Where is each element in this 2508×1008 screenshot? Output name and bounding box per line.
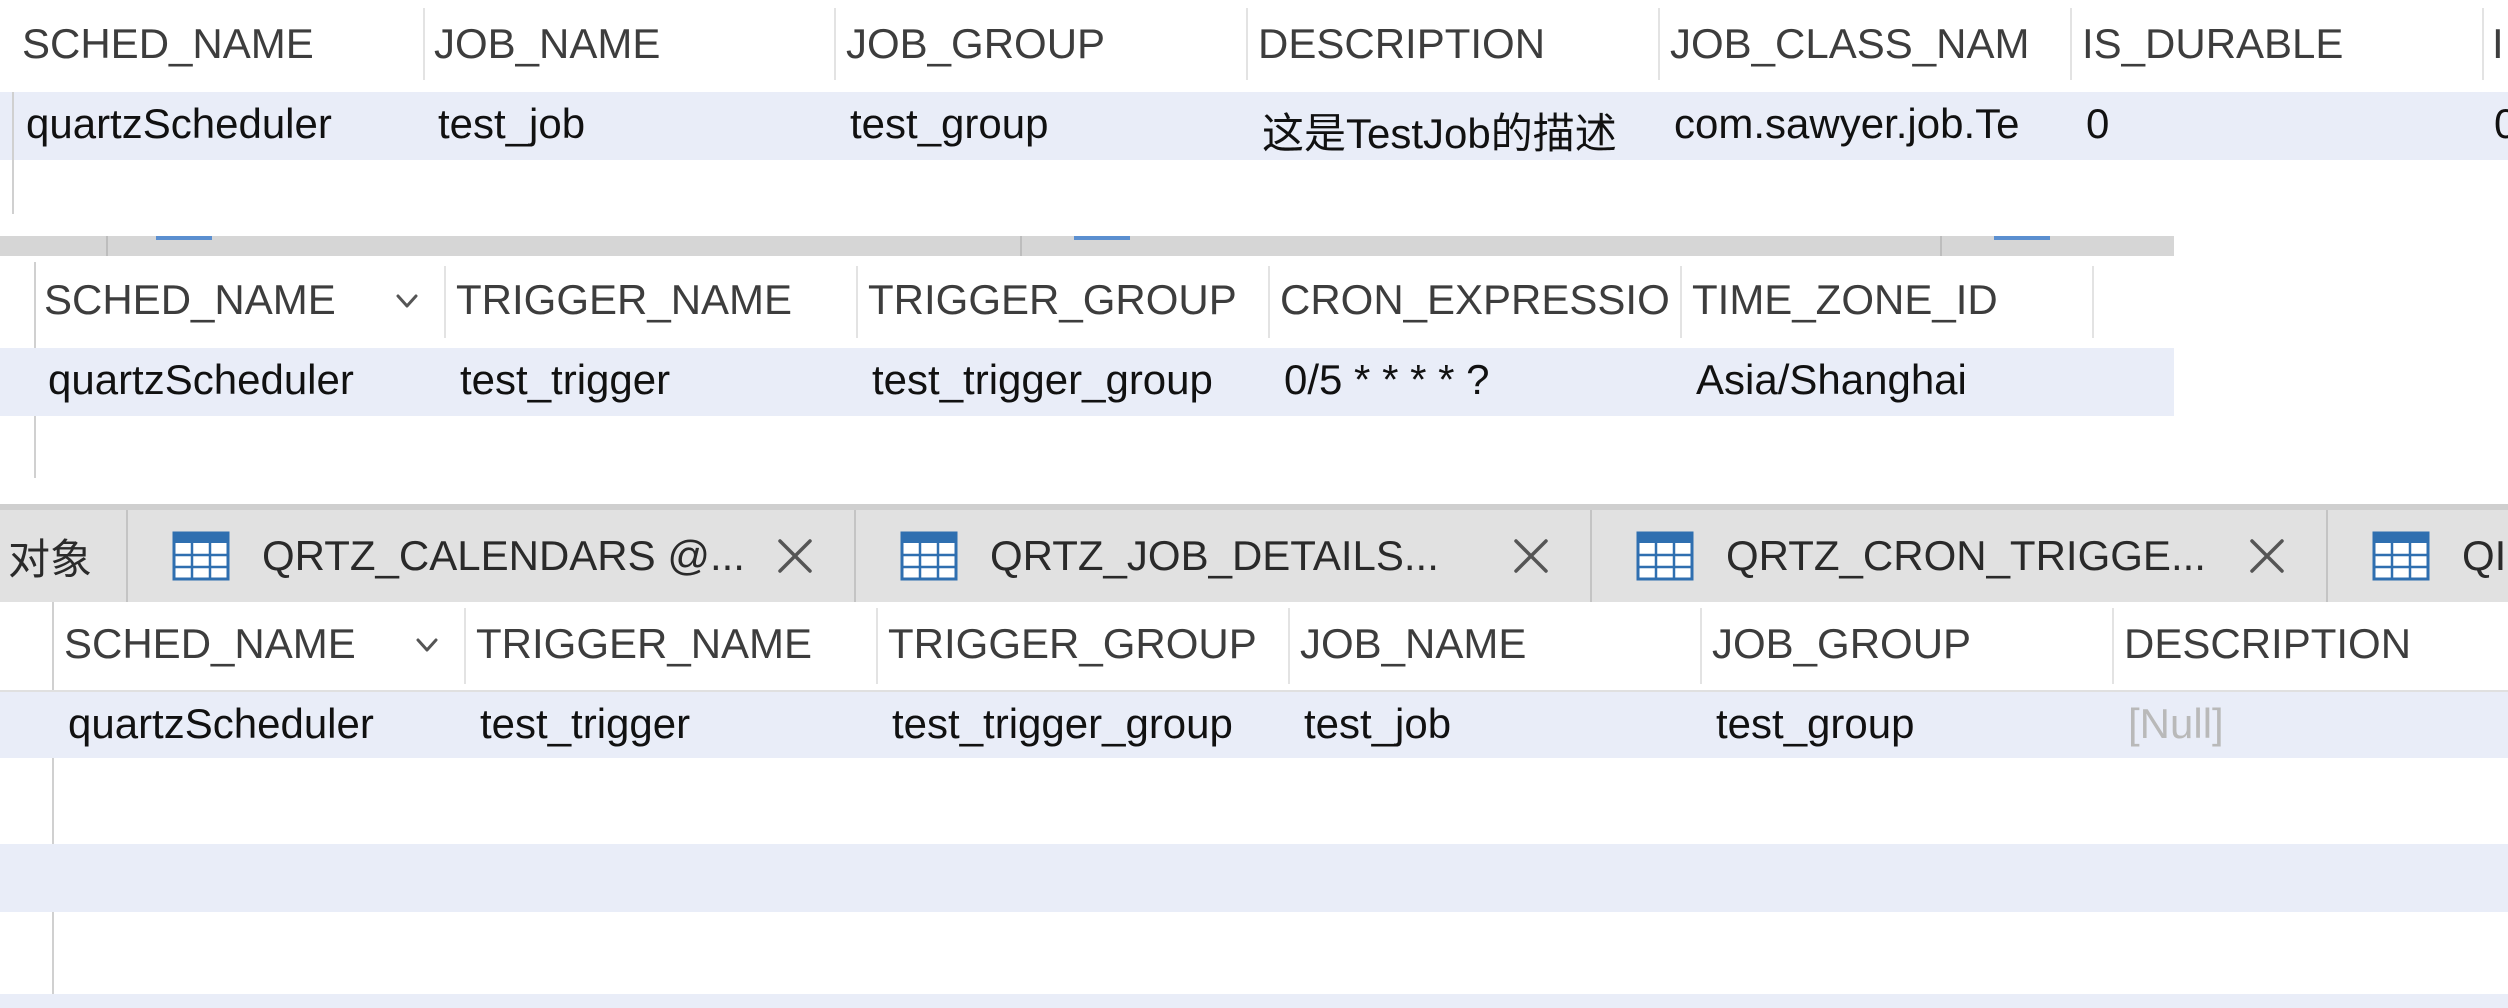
column-separator[interactable] — [464, 608, 466, 684]
divider-mark — [1020, 236, 1022, 256]
tab-qrtz-job-details[interactable]: QRTZ_JOB_DETAILS... — [856, 510, 1592, 602]
tab-qrtz-triggers[interactable]: QI — [2328, 510, 2508, 602]
column-header-job-name[interactable]: JOB_NAME — [1300, 620, 1695, 668]
divider-mark — [106, 236, 108, 256]
cell-trigger-name[interactable]: test_trigger — [460, 356, 855, 404]
table-icon — [2372, 531, 2430, 581]
column-separator[interactable] — [2070, 8, 2072, 80]
cell-job-group[interactable]: test_group — [850, 100, 1245, 148]
column-header-trigger-group[interactable]: TRIGGER_GROUP — [888, 620, 1283, 668]
close-icon[interactable] — [2248, 537, 2286, 575]
table-icon — [900, 531, 958, 581]
column-separator[interactable] — [856, 266, 858, 338]
column-header-truncated[interactable]: I — [2492, 20, 2508, 68]
column-separator[interactable] — [834, 8, 836, 80]
column-separator[interactable] — [2092, 266, 2094, 338]
column-header-is-durable[interactable]: IS_DURABLE — [2082, 20, 2477, 68]
divider-mark — [1074, 236, 1130, 240]
column-separator[interactable] — [1680, 266, 1682, 338]
column-separator[interactable] — [1288, 608, 1290, 684]
cell-cron-expression[interactable]: 0/5 * * * * ? — [1284, 356, 1679, 404]
column-header-sched-name[interactable]: SCHED_NAME — [64, 620, 404, 668]
column-separator[interactable] — [1246, 8, 1248, 80]
cell-truncated[interactable]: 0 — [2494, 100, 2508, 148]
column-header-description[interactable]: DESCRIPTION — [2124, 620, 2508, 668]
column-header-sched-name[interactable]: SCHED_NAME — [44, 276, 384, 324]
cell-job-name[interactable]: test_job — [1304, 700, 1699, 748]
table-icon — [1636, 531, 1694, 581]
close-icon[interactable] — [776, 537, 814, 575]
cell-is-durable[interactable]: 0 — [2086, 100, 2481, 148]
tab-qrtz-cron-triggers[interactable]: QRTZ_CRON_TRIGGE... — [1592, 510, 2328, 602]
column-header-description[interactable]: DESCRIPTION — [1258, 20, 1653, 68]
tab-label: QRTZ_CALENDARS @... — [262, 532, 745, 579]
divider-mark — [1940, 236, 1942, 256]
column-separator[interactable] — [2112, 608, 2114, 684]
cell-job-group[interactable]: test_group — [1716, 700, 2111, 748]
cell-job-class-name[interactable]: com.sawyer.job.Te — [1674, 100, 2064, 148]
cell-trigger-group[interactable]: test_trigger_group — [872, 356, 1272, 404]
column-header-job-group[interactable]: JOB_GROUP — [1712, 620, 2107, 668]
cell-trigger-name[interactable]: test_trigger — [480, 700, 875, 748]
cell-sched-name[interactable]: quartzScheduler — [26, 100, 421, 148]
tab-objects-label: 对象 — [8, 535, 93, 583]
tab-label: QRTZ_CRON_TRIGGE... — [1726, 532, 2206, 579]
column-header-time-zone-id[interactable]: TIME_ZONE_ID — [1692, 276, 2087, 324]
column-header-job-name[interactable]: JOB_NAME — [434, 20, 829, 68]
cell-time-zone-id[interactable]: Asia/Shanghai — [1696, 356, 2091, 404]
tab-qrtz-calendars[interactable]: QRTZ_CALENDARS @... — [128, 510, 856, 602]
cell-trigger-group[interactable]: test_trigger_group — [892, 700, 1292, 748]
column-header-trigger-name[interactable]: TRIGGER_NAME — [456, 276, 851, 324]
cell-sched-name[interactable]: quartzScheduler — [68, 700, 463, 748]
column-header-trigger-group[interactable]: TRIGGER_GROUP — [868, 276, 1263, 324]
cell-description-null[interactable]: [Null] — [2128, 700, 2508, 748]
column-separator[interactable] — [444, 266, 446, 338]
column-header-cron-expression[interactable]: CRON_EXPRESSIO — [1280, 276, 1674, 324]
column-separator[interactable] — [2482, 8, 2484, 80]
column-separator[interactable] — [1658, 8, 1660, 80]
column-header-job-group[interactable]: JOB_GROUP — [846, 20, 1241, 68]
column-separator[interactable] — [1268, 266, 1270, 338]
column-header-sched-name[interactable]: SCHED_NAME — [22, 20, 417, 68]
row-gutter — [12, 92, 14, 214]
row-gutter — [52, 602, 54, 1008]
close-icon[interactable] — [1512, 537, 1550, 575]
column-header-job-class-name[interactable]: JOB_CLASS_NAM — [1670, 20, 2065, 68]
cell-job-name[interactable]: test_job — [438, 100, 833, 148]
tab-label: QRTZ_JOB_DETAILS... — [990, 532, 1439, 579]
column-header-trigger-name[interactable]: TRIGGER_NAME — [476, 620, 871, 668]
cell-description[interactable]: 这是TestJob的描述 — [1262, 100, 1654, 161]
column-separator[interactable] — [876, 608, 878, 684]
column-separator[interactable] — [1700, 608, 1702, 684]
tab-label: QI — [2462, 532, 2507, 579]
chevron-down-icon[interactable] — [392, 286, 422, 316]
chevron-down-icon[interactable] — [412, 630, 442, 660]
divider-mark — [156, 236, 212, 240]
cell-sched-name[interactable]: quartzScheduler — [48, 356, 443, 404]
tab-objects[interactable]: 对象 — [0, 510, 128, 602]
divider-mark — [1994, 236, 2050, 240]
empty-row-stripe — [0, 994, 2508, 1008]
table-icon — [172, 531, 230, 581]
column-separator[interactable] — [423, 8, 425, 80]
empty-row-stripe — [0, 844, 2508, 912]
